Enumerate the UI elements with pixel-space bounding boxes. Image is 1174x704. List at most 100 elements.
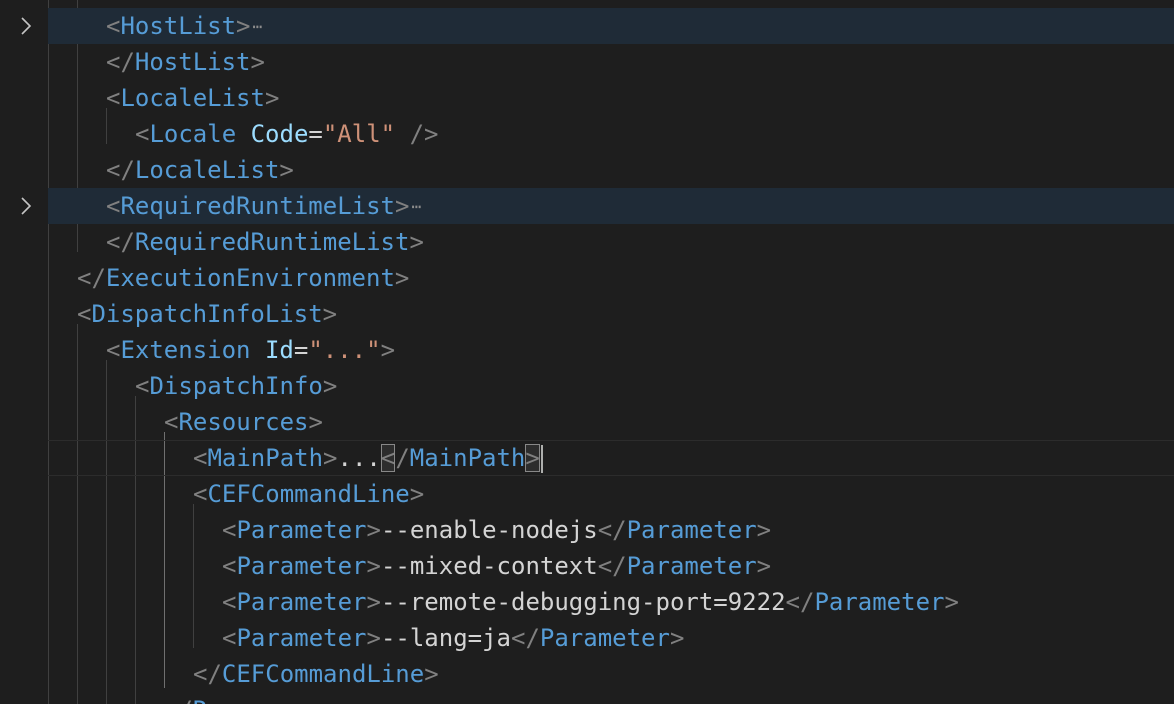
element-text: --remote-debugging-port=9222 <box>380 588 786 616</box>
tag-name: LocaleList <box>134 156 280 184</box>
code-line[interactable]: <Locale Code="All" /> <box>48 116 1174 152</box>
tag-bracket: > <box>322 372 338 400</box>
tag-bracket: > <box>264 84 280 112</box>
code-line-current[interactable]: <MainPath>...</MainPath> <box>48 440 1174 476</box>
tag-name: CEFCommandLine <box>221 660 425 688</box>
tag-name: MainPath <box>207 444 324 472</box>
tag-bracket: < <box>106 192 121 220</box>
tag-bracket: > <box>395 192 410 220</box>
tag-bracket: </ <box>77 264 106 292</box>
tag-bracket: > <box>394 264 410 292</box>
tag-bracket: < <box>222 552 237 580</box>
tag-bracket: </ <box>193 660 222 688</box>
tag-bracket: > <box>236 12 251 40</box>
tag-name: Parameter <box>236 516 367 544</box>
bracket-match-close: > <box>525 444 540 472</box>
tag-name: ExecutionEnvironment <box>105 264 395 292</box>
tag-bracket: > <box>944 588 959 616</box>
attribute-value: "All" <box>322 120 396 148</box>
tag-name: Parameter <box>626 516 757 544</box>
tag-bracket: > <box>409 228 424 256</box>
tag-bracket: </ <box>597 516 627 544</box>
tag-bracket: < <box>193 444 208 472</box>
folded-ellipsis[interactable]: ⋯ <box>411 197 421 216</box>
tag-name: DispatchInfoList <box>91 300 323 328</box>
tag-bracket: < <box>106 84 121 112</box>
element-text: ... <box>337 444 381 472</box>
tag-name: Parameter <box>236 588 367 616</box>
tag-bracket: > <box>322 300 338 328</box>
code-line[interactable]: <Resources> <box>48 404 1174 440</box>
code-line[interactable]: <Parameter>--lang=ja</Parameter> <box>48 620 1174 656</box>
code-line[interactable]: </CEFCommandLine> <box>48 656 1174 692</box>
tag-bracket: > <box>409 480 425 508</box>
tag-bracket: > <box>380 336 396 364</box>
tag-name: Locale <box>149 120 237 148</box>
code-line[interactable]: </RequiredRuntimeList> <box>48 224 1174 260</box>
code-editor[interactable]: <HostList> ⋯ </HostList> <LocaleList> <Lo… <box>0 0 1174 704</box>
tag-bracket: < <box>135 372 150 400</box>
tag-bracket: < <box>77 300 92 328</box>
tag-bracket: > <box>756 552 772 580</box>
code-line[interactable]: <RequiredRuntimeList> ⋯ <box>48 188 1174 224</box>
tag-name: LocaleList <box>120 84 265 112</box>
tag-name: Extension <box>120 336 251 364</box>
tag-name: MainPath <box>409 444 526 472</box>
tag-name: Parameter <box>236 552 367 580</box>
tag-bracket: </ <box>106 156 135 184</box>
code-line[interactable]: <LocaleList> <box>48 80 1174 116</box>
code-line[interactable]: <DispatchInfo> <box>48 368 1174 404</box>
tag-bracket: > <box>308 408 323 436</box>
tag-self-close: /> <box>409 120 439 148</box>
tag-name: CEFCommandLine <box>207 480 410 508</box>
attribute-equals: = <box>293 336 309 364</box>
tag-bracket: < <box>106 336 121 364</box>
code-line[interactable]: <Extension Id="..."> <box>48 332 1174 368</box>
tag-bracket: > <box>323 696 337 704</box>
attribute-equals: = <box>308 120 323 148</box>
tag-bracket: > <box>250 48 265 76</box>
tag-bracket: </ <box>511 624 540 652</box>
tag-name: Parameter <box>814 588 945 616</box>
tag-bracket: < <box>222 516 237 544</box>
tag-bracket: > <box>424 660 439 688</box>
element-text: --enable-nodejs <box>380 516 598 544</box>
tag-bracket: </ <box>164 696 193 704</box>
tag-bracket: > <box>323 444 338 472</box>
tag-name: RequiredRuntimeList <box>120 192 395 220</box>
code-line[interactable]: <Parameter>--remote-debugging-port=9222<… <box>48 584 1174 620</box>
code-line[interactable]: </Resources> <box>48 692 1174 704</box>
tag-bracket: > <box>669 624 685 652</box>
attribute-name: Id <box>264 336 294 364</box>
code-line[interactable]: <CEFCommandLine> <box>48 476 1174 512</box>
code-line[interactable]: <Parameter>--enable-nodejs</Parameter> <box>48 512 1174 548</box>
chevron-right-icon <box>21 17 32 35</box>
tag-bracket: > <box>756 516 772 544</box>
code-line[interactable]: </HostList> <box>48 44 1174 80</box>
editor-gutter <box>0 0 48 704</box>
code-line[interactable]: <Parameter>--mixed-context</Parameter> <box>48 548 1174 584</box>
code-line[interactable]: </ExecutionEnvironment> <box>48 260 1174 296</box>
tag-bracket: </ <box>597 552 627 580</box>
tag-bracket: < <box>106 12 121 40</box>
tag-name: DispatchInfo <box>149 372 323 400</box>
code-line[interactable]: <HostList> ⋯ <box>48 8 1174 44</box>
tag-bracket: < <box>222 624 237 652</box>
folded-ellipsis[interactable]: ⋯ <box>253 17 263 36</box>
tag-bracket: < <box>222 588 237 616</box>
tag-bracket: > <box>366 552 381 580</box>
tag-bracket: < <box>135 120 150 148</box>
element-text: --lang=ja <box>380 624 511 652</box>
tag-bracket: > <box>366 516 381 544</box>
tag-name: Parameter <box>626 552 757 580</box>
fold-toggle[interactable] <box>14 8 38 44</box>
tag-bracket: > <box>366 624 381 652</box>
tag-bracket: </ <box>106 48 135 76</box>
fold-toggle[interactable] <box>14 188 38 224</box>
element-text: --mixed-context <box>380 552 598 580</box>
code-line[interactable]: <DispatchInfoList> <box>48 296 1174 332</box>
text-cursor <box>540 445 543 473</box>
code-line[interactable]: </LocaleList> <box>48 152 1174 188</box>
attribute-name: Code <box>250 120 309 148</box>
tag-name: Resources <box>193 696 323 704</box>
